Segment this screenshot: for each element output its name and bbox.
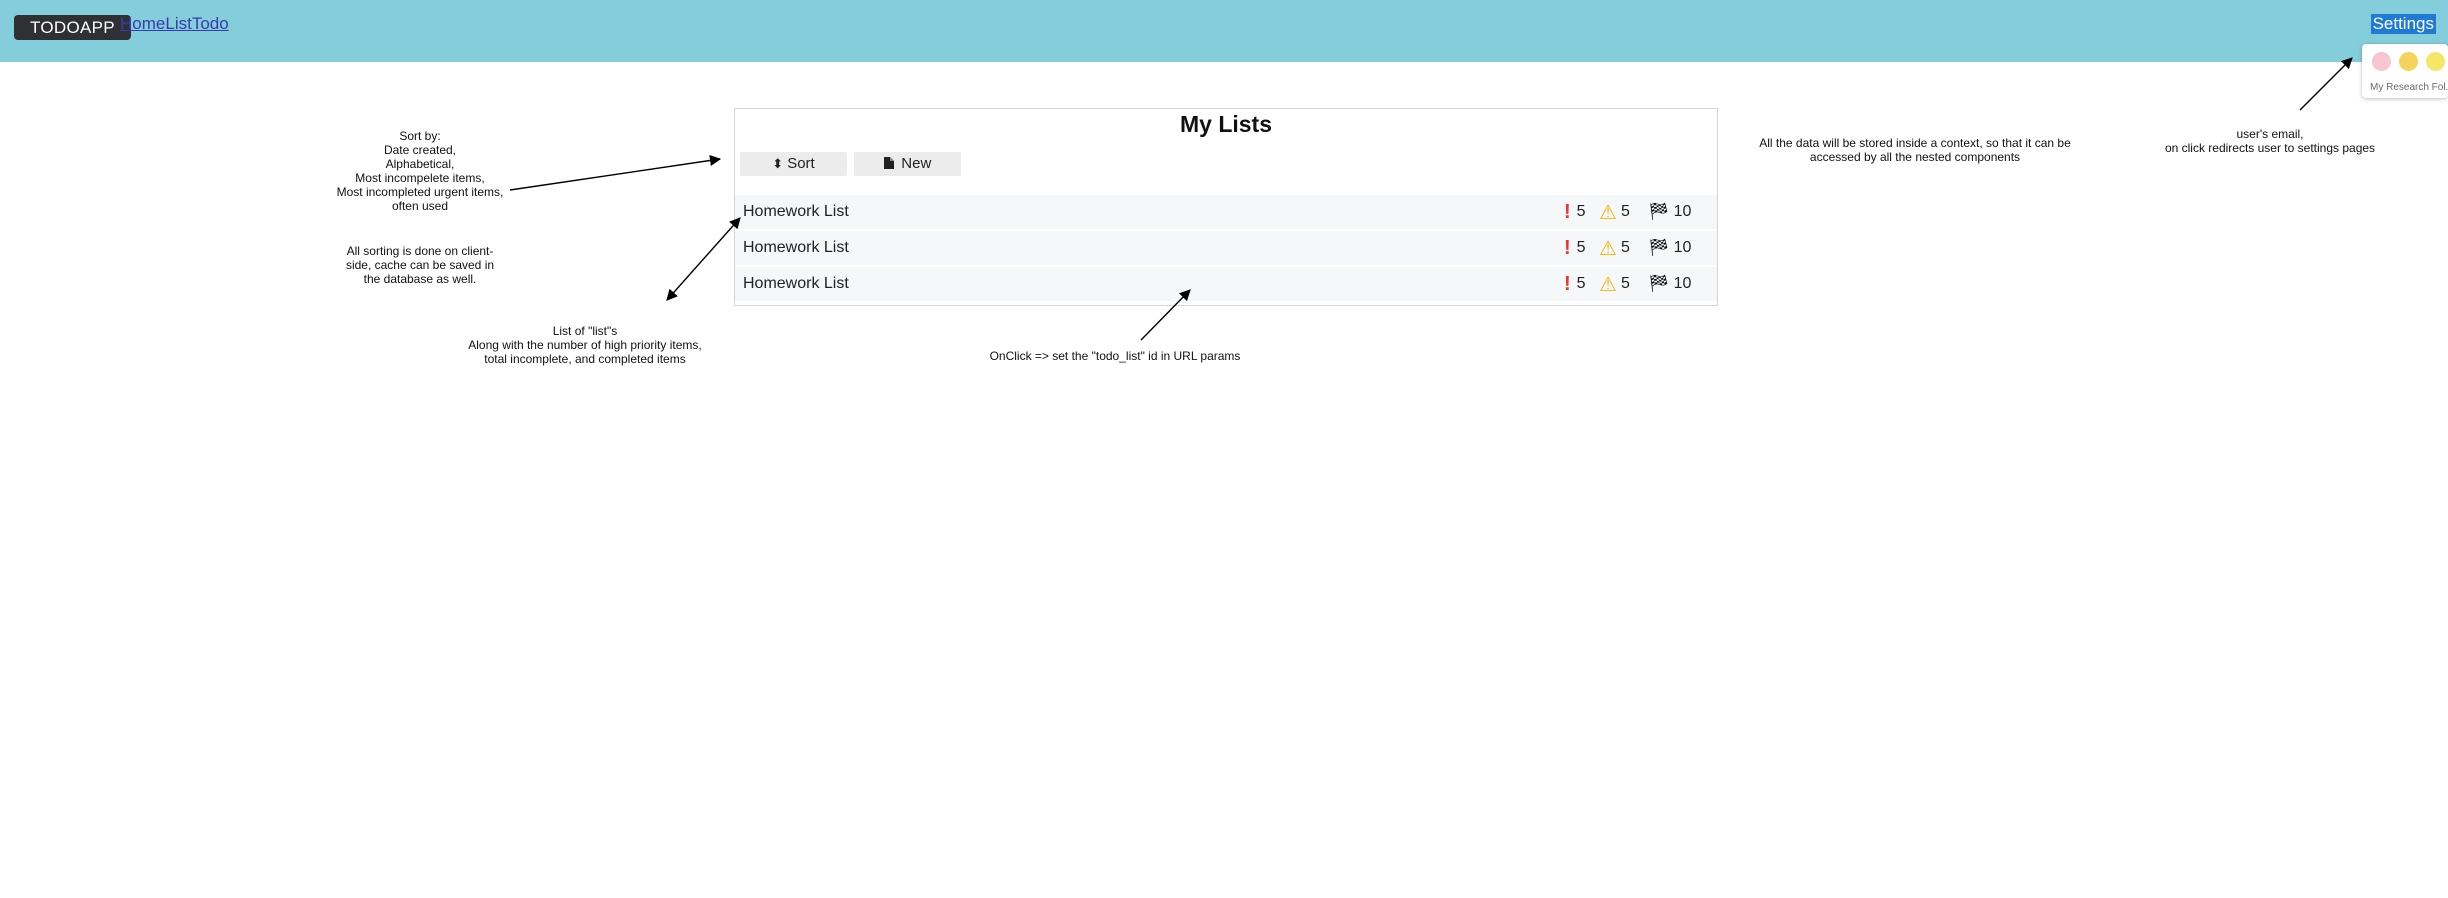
annotation-line: user's email,: [2236, 127, 2304, 141]
exclamation-icon: !: [1564, 272, 1571, 295]
yellow-dot-icon[interactable]: [2426, 52, 2445, 71]
incomplete-count: ⚠ 5: [1599, 195, 1630, 229]
list-row[interactable]: Homework List ! 5 ⚠ 5 🏁︎ 10: [735, 231, 1717, 265]
incomplete-value: 5: [1620, 239, 1630, 256]
sort-button[interactable]: ⬍ Sort: [740, 152, 847, 176]
extension-caption: My Research Fol...: [2370, 82, 2448, 93]
annotation-line: All the data will be stored inside a con…: [1759, 136, 2071, 150]
new-list-button[interactable]: New: [854, 152, 961, 176]
annotation-line: Date created,: [383, 143, 457, 157]
annotation-line: side, cache can be saved in: [345, 258, 495, 272]
client-side-annotation: All sorting is done on client- side, cac…: [320, 244, 520, 286]
checkered-flag-icon: 🏁︎: [1648, 202, 1670, 221]
warning-icon: ⚠: [1599, 273, 1617, 296]
annotation-line: accessed by all the nested components: [1809, 150, 2021, 164]
list-of-lists-annotation: List of "list"s Along with the number of…: [445, 324, 725, 366]
list-name: Homework List: [743, 275, 849, 292]
annotation-line: on click redirects user to settings page…: [2164, 141, 2376, 155]
nav-todo-link[interactable]: Todo: [192, 14, 229, 34]
annotation-line: total incomplete, and completed items: [484, 352, 686, 366]
nav-home-link[interactable]: Home: [120, 14, 165, 34]
email-annotation: user's email, on click redirects user to…: [2110, 127, 2430, 155]
nav-list-link[interactable]: List: [165, 14, 191, 34]
list-row[interactable]: Homework List ! 5 ⚠ 5 🏁︎ 10: [735, 267, 1717, 301]
incomplete-count: ⚠ 5: [1599, 267, 1630, 301]
incomplete-count: ⚠ 5: [1599, 231, 1630, 265]
priority-value: 5: [1576, 203, 1586, 220]
checkered-flag-icon: 🏁︎: [1648, 238, 1670, 257]
checkered-flag-icon: 🏁︎: [1648, 274, 1670, 293]
brand-logo[interactable]: TODOAPP: [14, 15, 131, 40]
email-arrow: [2299, 57, 2353, 111]
onclick-annotation: OnClick => set the "todo_list" id in URL…: [965, 349, 1265, 363]
priority-value: 5: [1576, 239, 1586, 256]
annotation-line: Along with the number of high priority i…: [468, 338, 702, 352]
exclamation-icon: !: [1564, 236, 1571, 259]
sort-label: Sort: [787, 155, 815, 172]
annotation-line: the database as well.: [363, 272, 477, 286]
completed-value: 10: [1673, 239, 1692, 256]
annotation-line: All sorting is done on client-: [346, 244, 494, 258]
file-icon: [883, 156, 898, 171]
nav-links: Home List Todo: [120, 14, 229, 34]
extension-popup: My Research Fol...: [2362, 44, 2448, 98]
annotation-line: List of "list"s: [552, 324, 618, 338]
orange-dot-icon[interactable]: [2399, 52, 2418, 71]
completed-count: 🏁︎ 10: [1648, 231, 1691, 265]
high-priority-count: ! 5: [1564, 231, 1586, 265]
sort-icon: ⬍: [772, 156, 784, 171]
annotation-line: Most incompleted urgent items,: [336, 185, 504, 199]
warning-icon: ⚠: [1599, 201, 1617, 224]
annotation-line: Alphabetical,: [385, 157, 455, 171]
annotation-line: often used: [391, 199, 449, 213]
exclamation-icon: !: [1564, 200, 1571, 223]
annotation-line: Most incompelete items,: [355, 171, 485, 185]
sort-annotation: Sort by: Date created, Alphabetical, Mos…: [320, 129, 520, 213]
priority-value: 5: [1576, 275, 1586, 292]
high-priority-count: ! 5: [1564, 267, 1586, 301]
my-lists-panel: My Lists ⬍ Sort New Homework List ! 5 ⚠ 5 🏁…: [734, 108, 1718, 306]
annotation-line: OnClick => set the "todo_list" id in URL…: [989, 349, 1241, 363]
completed-value: 10: [1673, 203, 1692, 220]
app-header: TODOAPP Home List Todo Settings: [0, 0, 2448, 62]
completed-count: 🏁︎ 10: [1648, 267, 1691, 301]
context-annotation: All the data will be stored inside a con…: [1745, 136, 2085, 164]
settings-link[interactable]: Settings: [2370, 14, 2436, 34]
list-of-lists-arrow: [666, 217, 741, 301]
completed-count: 🏁︎ 10: [1648, 195, 1691, 229]
page-title: My Lists: [1179, 111, 1273, 137]
high-priority-count: ! 5: [1564, 195, 1586, 229]
pink-dot-icon[interactable]: [2372, 52, 2391, 71]
sort-arrow: [509, 154, 722, 191]
extension-dots: [2372, 52, 2448, 71]
list-row[interactable]: Homework List ! 5 ⚠ 5 🏁︎ 10: [735, 195, 1717, 229]
canvas: TODOAPP Home List Todo Settings My Resea…: [0, 0, 2448, 898]
warning-icon: ⚠: [1599, 237, 1617, 260]
annotation-line: Sort by:: [399, 129, 441, 143]
incomplete-value: 5: [1620, 203, 1630, 220]
new-label: New: [901, 155, 932, 172]
completed-value: 10: [1673, 275, 1692, 292]
incomplete-value: 5: [1620, 275, 1630, 292]
list-name: Homework List: [743, 239, 849, 256]
list-name: Homework List: [743, 203, 849, 220]
